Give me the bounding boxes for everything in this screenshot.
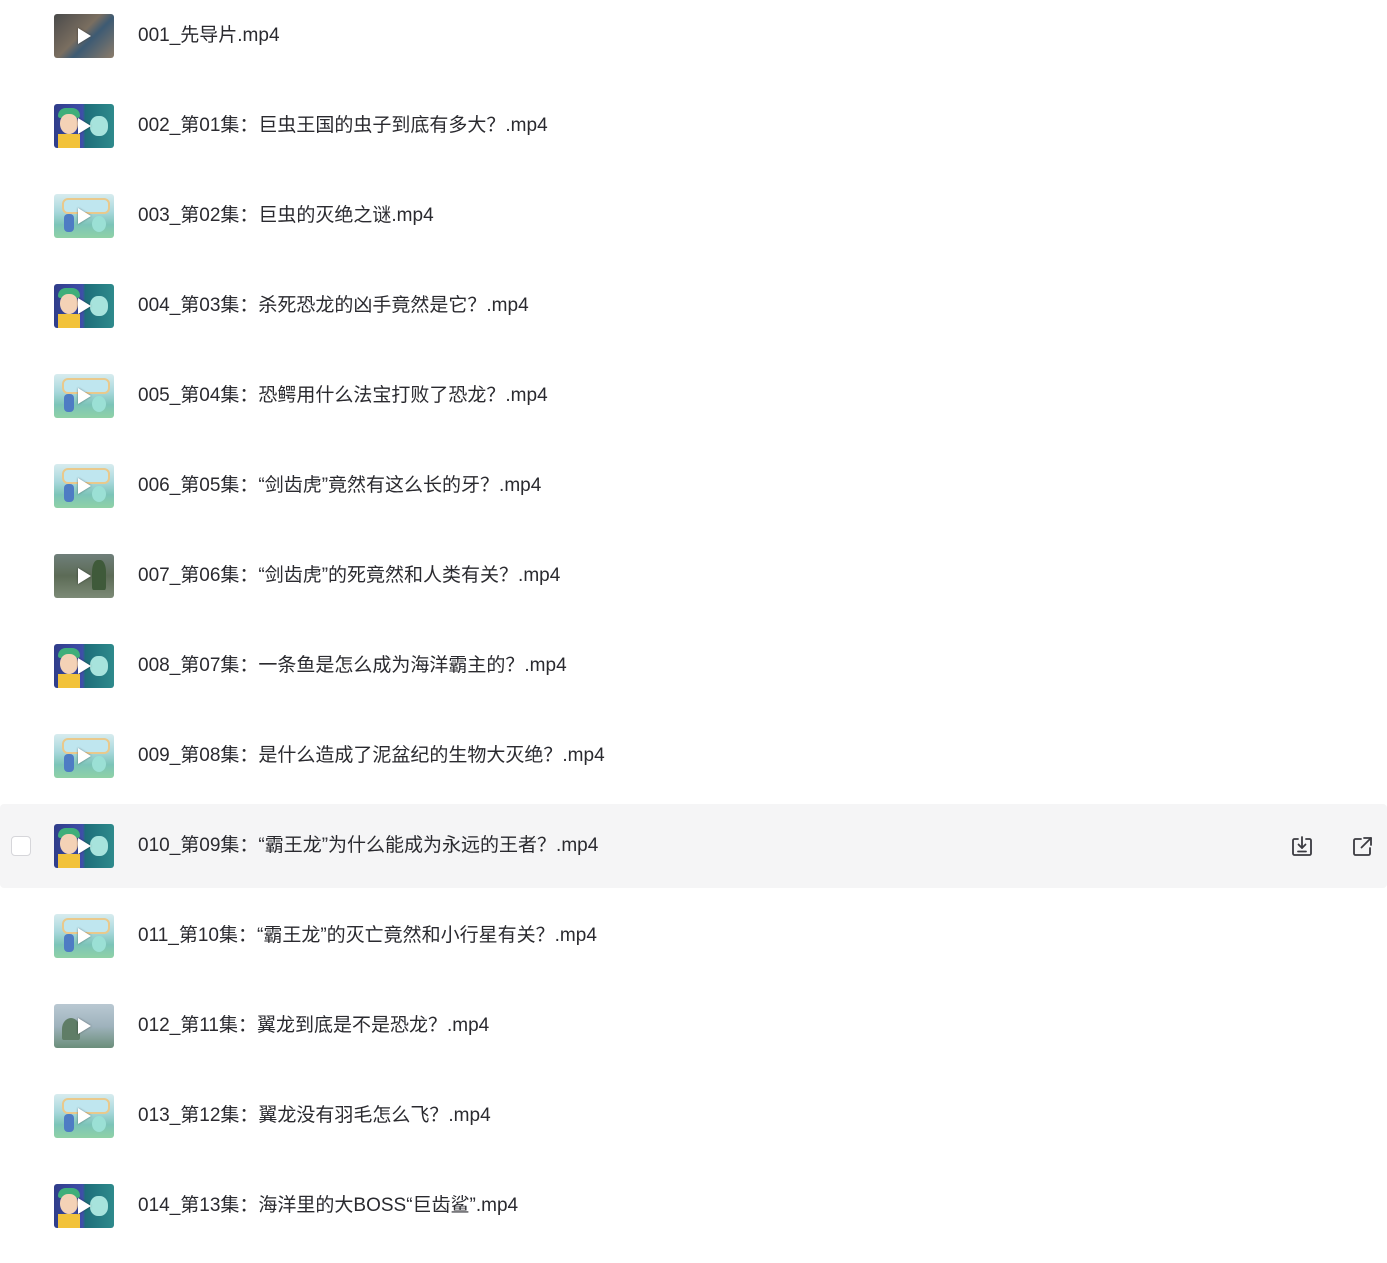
play-icon [78,928,91,944]
file-name[interactable]: 008_第07集：一条鱼是怎么成为海洋霸主的？.mp4 [138,655,567,677]
file-row[interactable]: 007_第06集：“剑齿虎”的死竟然和人类有关？.mp4 [0,534,1387,618]
file-name[interactable]: 001_先导片.mp4 [138,25,280,47]
file-name[interactable]: 003_第02集：巨虫的灭绝之谜.mp4 [138,205,434,227]
play-icon [78,658,91,674]
video-thumbnail[interactable] [54,374,114,418]
video-thumbnail[interactable] [54,1184,114,1228]
row-checkbox[interactable] [11,836,31,856]
play-icon [78,388,91,404]
play-icon [78,748,91,764]
file-row[interactable]: 009_第08集：是什么造成了泥盆纪的生物大灭绝？.mp4 [0,714,1387,798]
video-thumbnail[interactable] [54,14,114,58]
file-name[interactable]: 010_第09集：“霸王龙”为什么能成为永远的王者？.mp4 [138,835,598,857]
video-thumbnail[interactable] [54,644,114,688]
play-icon [78,28,91,44]
play-icon [78,838,91,854]
file-row[interactable]: 013_第12集：翼龙没有羽毛怎么飞？.mp4 [0,1074,1387,1158]
play-icon [78,118,91,134]
file-row[interactable]: 008_第07集：一条鱼是怎么成为海洋霸主的？.mp4 [0,624,1387,708]
open-external-button[interactable] [1350,835,1374,859]
video-thumbnail[interactable] [54,104,114,148]
file-row[interactable]: 003_第02集：巨虫的灭绝之谜.mp4 [0,174,1387,258]
file-row[interactable]: 014_第13集：海洋里的大BOSS“巨齿鲨”.mp4 [0,1164,1387,1248]
play-icon [78,208,91,224]
play-icon [78,568,91,584]
video-thumbnail[interactable] [54,824,114,868]
video-thumbnail[interactable] [54,734,114,778]
play-icon [78,298,91,314]
file-row[interactable]: 001_先导片.mp4 [0,0,1387,78]
video-thumbnail[interactable] [54,464,114,508]
file-name[interactable]: 011_第10集：“霸王龙”的灭亡竟然和小行星有关？.mp4 [138,925,597,947]
download-button[interactable] [1290,835,1314,859]
file-row[interactable]: 010_第09集：“霸王龙”为什么能成为永远的王者？.mp4 [0,804,1387,888]
file-name[interactable]: 012_第11集：翼龙到底是不是恐龙？.mp4 [138,1015,489,1037]
play-icon [78,1018,91,1034]
video-thumbnail[interactable] [54,284,114,328]
file-row[interactable]: 002_第01集：巨虫王国的虫子到底有多大？.mp4 [0,84,1387,168]
open-external-icon [1353,837,1372,856]
download-icon [1292,836,1312,856]
file-name[interactable]: 004_第03集：杀死恐龙的凶手竟然是它？.mp4 [138,295,529,317]
play-icon [78,478,91,494]
video-thumbnail[interactable] [54,1094,114,1138]
file-row[interactable]: 005_第04集：恐鳄用什么法宝打败了恐龙？.mp4 [0,354,1387,438]
file-name[interactable]: 009_第08集：是什么造成了泥盆纪的生物大灭绝？.mp4 [138,745,605,767]
file-row[interactable]: 012_第11集：翼龙到底是不是恐龙？.mp4 [0,984,1387,1068]
video-thumbnail[interactable] [54,914,114,958]
file-name[interactable]: 007_第06集：“剑齿虎”的死竟然和人类有关？.mp4 [138,565,560,587]
file-list: 001_先导片.mp4 002_第01集：巨虫王国的虫子到底有多大？.mp4 003… [0,0,1387,1263]
file-name[interactable]: 005_第04集：恐鳄用什么法宝打败了恐龙？.mp4 [138,385,548,407]
file-row[interactable]: 006_第05集：“剑齿虎”竟然有这么长的牙？.mp4 [0,444,1387,528]
file-row[interactable]: 004_第03集：杀死恐龙的凶手竟然是它？.mp4 [0,264,1387,348]
file-name[interactable]: 006_第05集：“剑齿虎”竟然有这么长的牙？.mp4 [138,475,541,497]
file-name[interactable]: 002_第01集：巨虫王国的虫子到底有多大？.mp4 [138,115,548,137]
video-thumbnail[interactable] [54,194,114,238]
file-name[interactable]: 013_第12集：翼龙没有羽毛怎么飞？.mp4 [138,1105,491,1127]
video-thumbnail[interactable] [54,1004,114,1048]
file-name[interactable]: 014_第13集：海洋里的大BOSS“巨齿鲨”.mp4 [138,1195,518,1217]
play-icon [78,1198,91,1214]
play-icon [78,1108,91,1124]
file-row[interactable]: 011_第10集：“霸王龙”的灭亡竟然和小行星有关？.mp4 [0,894,1387,978]
video-thumbnail[interactable] [54,554,114,598]
